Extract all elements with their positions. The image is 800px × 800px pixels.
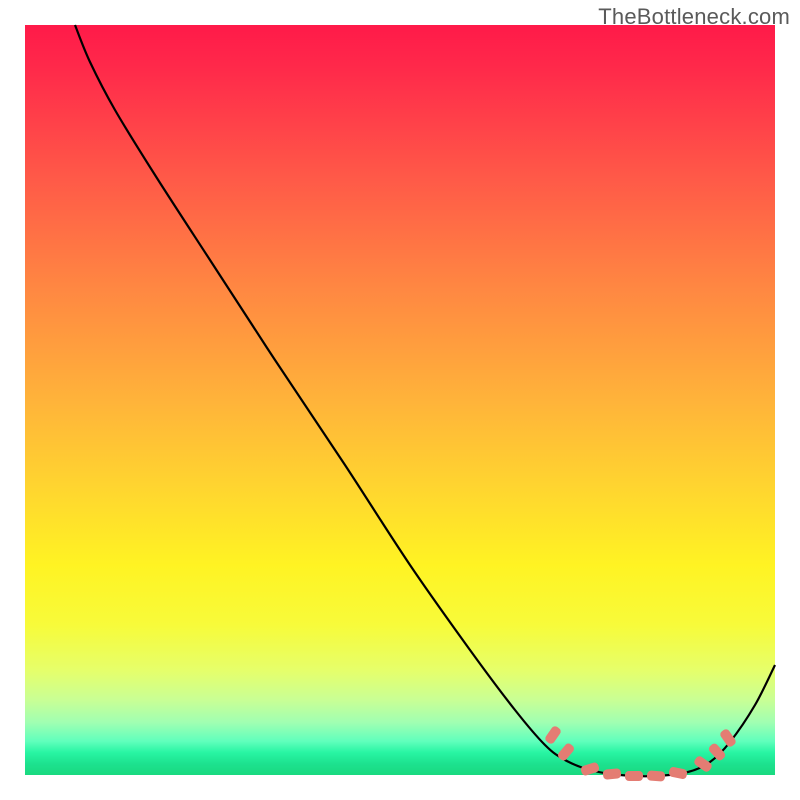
- curve-marker: [625, 771, 643, 781]
- chart-svg: [0, 0, 800, 800]
- chart-stage: TheBottleneck.com: [0, 0, 800, 800]
- curve-marker: [647, 770, 666, 781]
- gradient-background: [25, 25, 775, 775]
- curve-marker: [603, 768, 622, 780]
